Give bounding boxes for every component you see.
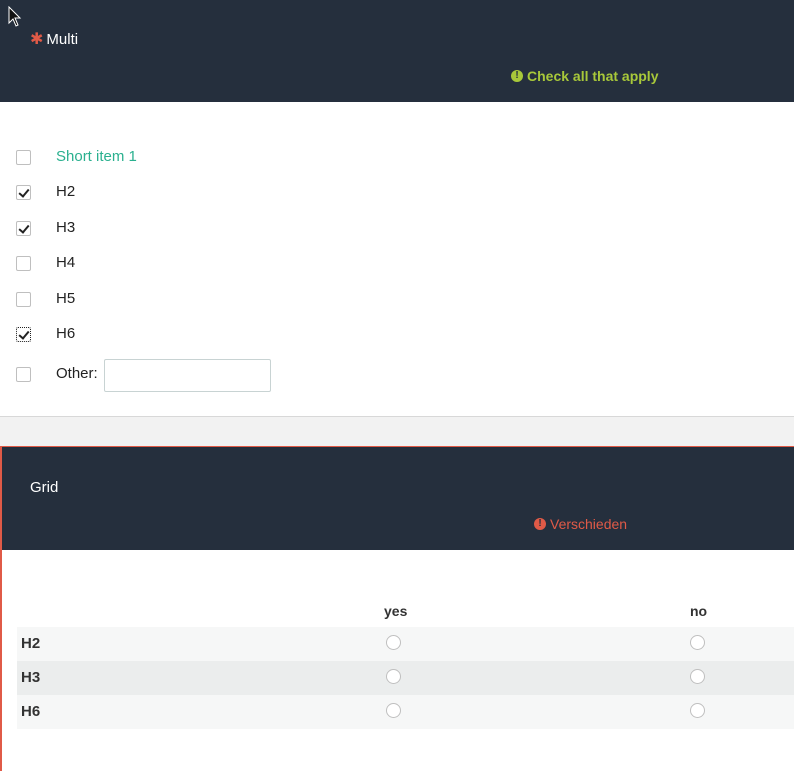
grid-column-header-yes: yes	[384, 603, 408, 619]
option-checkbox[interactable]	[16, 255, 31, 271]
question-grid-title: Grid	[30, 479, 59, 496]
option-short-item-1[interactable]: Short item 1	[16, 147, 137, 167]
grid-row-label: H6	[21, 703, 41, 720]
mouse-cursor-icon	[8, 6, 22, 27]
option-other[interactable]: Other:	[16, 364, 98, 384]
grid-radio-yes[interactable]	[386, 669, 401, 684]
hint-text: Check all that apply	[527, 68, 659, 84]
grid-row-h2: H2	[17, 627, 794, 661]
option-h6[interactable]: H6	[16, 324, 75, 344]
question-grid-header	[0, 447, 794, 550]
grid-row-h6: H6	[17, 695, 794, 729]
option-checkbox[interactable]	[16, 366, 31, 382]
grid-radio-yes[interactable]	[386, 635, 401, 650]
option-checkbox[interactable]	[16, 326, 31, 342]
grid-radio-no[interactable]	[690, 703, 705, 718]
exclamation-circle-icon: !	[511, 70, 523, 82]
option-label: H2	[56, 183, 76, 200]
asterisk-icon: ✱	[30, 30, 44, 48]
grid-row-label: H3	[21, 669, 41, 686]
question-multi-header	[0, 0, 794, 102]
option-checkbox[interactable]	[16, 291, 31, 307]
question-title-text: Multi	[46, 31, 79, 48]
grid-column-header-no: no	[690, 603, 708, 619]
option-h4[interactable]: H4	[16, 253, 75, 273]
grid-row-label: H2	[21, 635, 41, 652]
option-h2[interactable]: H2	[16, 182, 75, 202]
option-label: Other:	[56, 365, 98, 382]
hint-text: Verschieden	[550, 516, 628, 532]
option-h3[interactable]: H3	[16, 218, 75, 238]
question-multi-title: ✱ Multi	[30, 31, 78, 48]
option-label: H5	[56, 290, 76, 307]
question-multi-hint: ! Check all that apply	[511, 68, 658, 84]
option-label: Short item 1	[56, 148, 137, 165]
option-label: H4	[56, 254, 76, 271]
grid-radio-no[interactable]	[690, 669, 705, 684]
option-h5[interactable]: H5	[16, 289, 75, 309]
exclamation-circle-icon: !	[534, 518, 546, 530]
option-label: H3	[56, 219, 76, 236]
question-grid-hint: ! Verschieden	[534, 516, 627, 532]
option-label: H6	[56, 325, 76, 342]
grid-radio-yes[interactable]	[386, 703, 401, 718]
grid-row-h3: H3	[17, 661, 794, 695]
option-checkbox[interactable]	[16, 184, 31, 200]
grid-radio-no[interactable]	[690, 635, 705, 650]
option-checkbox[interactable]	[16, 220, 31, 236]
other-text-input[interactable]	[104, 359, 271, 392]
option-checkbox[interactable]	[16, 149, 31, 165]
